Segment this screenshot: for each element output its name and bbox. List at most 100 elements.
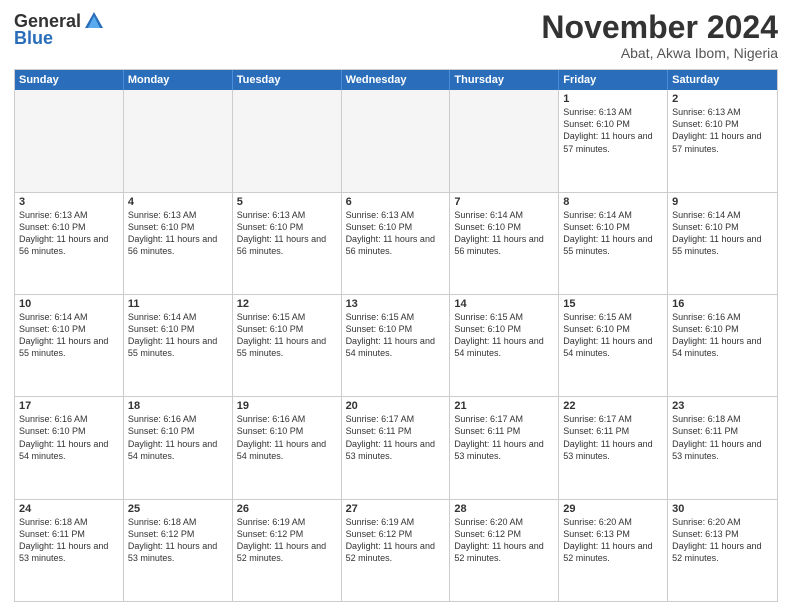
- day-number: 24: [19, 503, 119, 515]
- day-number: 14: [454, 298, 554, 310]
- day-number: 26: [237, 503, 337, 515]
- day-cell-16: 16Sunrise: 6:16 AM Sunset: 6:10 PM Dayli…: [668, 295, 777, 396]
- calendar: SundayMondayTuesdayWednesdayThursdayFrid…: [14, 69, 778, 602]
- day-cell-26: 26Sunrise: 6:19 AM Sunset: 6:12 PM Dayli…: [233, 500, 342, 601]
- calendar-header: SundayMondayTuesdayWednesdayThursdayFrid…: [15, 70, 777, 90]
- day-number: 6: [346, 196, 446, 208]
- day-info: Sunrise: 6:14 AM Sunset: 6:10 PM Dayligh…: [454, 209, 554, 258]
- day-info: Sunrise: 6:18 AM Sunset: 6:11 PM Dayligh…: [672, 413, 773, 462]
- day-number: 17: [19, 400, 119, 412]
- empty-cell: [124, 90, 233, 191]
- day-info: Sunrise: 6:19 AM Sunset: 6:12 PM Dayligh…: [237, 516, 337, 565]
- day-number: 28: [454, 503, 554, 515]
- day-info: Sunrise: 6:14 AM Sunset: 6:10 PM Dayligh…: [672, 209, 773, 258]
- day-number: 16: [672, 298, 773, 310]
- day-cell-15: 15Sunrise: 6:15 AM Sunset: 6:10 PM Dayli…: [559, 295, 668, 396]
- day-cell-20: 20Sunrise: 6:17 AM Sunset: 6:11 PM Dayli…: [342, 397, 451, 498]
- day-number: 13: [346, 298, 446, 310]
- day-number: 4: [128, 196, 228, 208]
- day-number: 15: [563, 298, 663, 310]
- day-number: 25: [128, 503, 228, 515]
- day-number: 21: [454, 400, 554, 412]
- calendar-body: 1Sunrise: 6:13 AM Sunset: 6:10 PM Daylig…: [15, 90, 777, 601]
- day-info: Sunrise: 6:17 AM Sunset: 6:11 PM Dayligh…: [454, 413, 554, 462]
- day-cell-23: 23Sunrise: 6:18 AM Sunset: 6:11 PM Dayli…: [668, 397, 777, 498]
- day-cell-10: 10Sunrise: 6:14 AM Sunset: 6:10 PM Dayli…: [15, 295, 124, 396]
- day-cell-11: 11Sunrise: 6:14 AM Sunset: 6:10 PM Dayli…: [124, 295, 233, 396]
- day-number: 30: [672, 503, 773, 515]
- day-cell-24: 24Sunrise: 6:18 AM Sunset: 6:11 PM Dayli…: [15, 500, 124, 601]
- day-info: Sunrise: 6:13 AM Sunset: 6:10 PM Dayligh…: [19, 209, 119, 258]
- day-cell-7: 7Sunrise: 6:14 AM Sunset: 6:10 PM Daylig…: [450, 193, 559, 294]
- day-info: Sunrise: 6:18 AM Sunset: 6:11 PM Dayligh…: [19, 516, 119, 565]
- day-number: 12: [237, 298, 337, 310]
- day-number: 3: [19, 196, 119, 208]
- empty-cell: [342, 90, 451, 191]
- day-info: Sunrise: 6:20 AM Sunset: 6:13 PM Dayligh…: [563, 516, 663, 565]
- day-cell-8: 8Sunrise: 6:14 AM Sunset: 6:10 PM Daylig…: [559, 193, 668, 294]
- logo-icon: [83, 10, 105, 32]
- header-day-saturday: Saturday: [668, 70, 777, 90]
- day-number: 11: [128, 298, 228, 310]
- day-cell-3: 3Sunrise: 6:13 AM Sunset: 6:10 PM Daylig…: [15, 193, 124, 294]
- day-info: Sunrise: 6:20 AM Sunset: 6:12 PM Dayligh…: [454, 516, 554, 565]
- day-info: Sunrise: 6:16 AM Sunset: 6:10 PM Dayligh…: [672, 311, 773, 360]
- day-number: 7: [454, 196, 554, 208]
- calendar-week-4: 17Sunrise: 6:16 AM Sunset: 6:10 PM Dayli…: [15, 396, 777, 498]
- day-cell-12: 12Sunrise: 6:15 AM Sunset: 6:10 PM Dayli…: [233, 295, 342, 396]
- day-info: Sunrise: 6:16 AM Sunset: 6:10 PM Dayligh…: [237, 413, 337, 462]
- day-number: 2: [672, 93, 773, 105]
- day-info: Sunrise: 6:13 AM Sunset: 6:10 PM Dayligh…: [563, 106, 663, 155]
- calendar-week-2: 3Sunrise: 6:13 AM Sunset: 6:10 PM Daylig…: [15, 192, 777, 294]
- day-info: Sunrise: 6:20 AM Sunset: 6:13 PM Dayligh…: [672, 516, 773, 565]
- day-cell-27: 27Sunrise: 6:19 AM Sunset: 6:12 PM Dayli…: [342, 500, 451, 601]
- header-day-tuesday: Tuesday: [233, 70, 342, 90]
- logo-area: General Blue: [14, 10, 105, 49]
- day-info: Sunrise: 6:15 AM Sunset: 6:10 PM Dayligh…: [563, 311, 663, 360]
- day-cell-13: 13Sunrise: 6:15 AM Sunset: 6:10 PM Dayli…: [342, 295, 451, 396]
- day-cell-2: 2Sunrise: 6:13 AM Sunset: 6:10 PM Daylig…: [668, 90, 777, 191]
- day-info: Sunrise: 6:13 AM Sunset: 6:10 PM Dayligh…: [672, 106, 773, 155]
- day-cell-21: 21Sunrise: 6:17 AM Sunset: 6:11 PM Dayli…: [450, 397, 559, 498]
- day-info: Sunrise: 6:14 AM Sunset: 6:10 PM Dayligh…: [19, 311, 119, 360]
- empty-cell: [450, 90, 559, 191]
- day-info: Sunrise: 6:13 AM Sunset: 6:10 PM Dayligh…: [346, 209, 446, 258]
- day-cell-30: 30Sunrise: 6:20 AM Sunset: 6:13 PM Dayli…: [668, 500, 777, 601]
- title-area: November 2024 Abat, Akwa Ibom, Nigeria: [541, 10, 778, 61]
- header-day-sunday: Sunday: [15, 70, 124, 90]
- day-info: Sunrise: 6:19 AM Sunset: 6:12 PM Dayligh…: [346, 516, 446, 565]
- day-cell-17: 17Sunrise: 6:16 AM Sunset: 6:10 PM Dayli…: [15, 397, 124, 498]
- day-number: 20: [346, 400, 446, 412]
- day-number: 27: [346, 503, 446, 515]
- day-info: Sunrise: 6:17 AM Sunset: 6:11 PM Dayligh…: [346, 413, 446, 462]
- day-info: Sunrise: 6:14 AM Sunset: 6:10 PM Dayligh…: [128, 311, 228, 360]
- day-number: 23: [672, 400, 773, 412]
- day-info: Sunrise: 6:18 AM Sunset: 6:12 PM Dayligh…: [128, 516, 228, 565]
- day-number: 5: [237, 196, 337, 208]
- day-info: Sunrise: 6:16 AM Sunset: 6:10 PM Dayligh…: [19, 413, 119, 462]
- day-cell-29: 29Sunrise: 6:20 AM Sunset: 6:13 PM Dayli…: [559, 500, 668, 601]
- day-cell-4: 4Sunrise: 6:13 AM Sunset: 6:10 PM Daylig…: [124, 193, 233, 294]
- calendar-week-1: 1Sunrise: 6:13 AM Sunset: 6:10 PM Daylig…: [15, 90, 777, 191]
- day-cell-6: 6Sunrise: 6:13 AM Sunset: 6:10 PM Daylig…: [342, 193, 451, 294]
- subtitle: Abat, Akwa Ibom, Nigeria: [541, 45, 778, 61]
- header-day-wednesday: Wednesday: [342, 70, 451, 90]
- day-number: 29: [563, 503, 663, 515]
- day-info: Sunrise: 6:17 AM Sunset: 6:11 PM Dayligh…: [563, 413, 663, 462]
- day-cell-22: 22Sunrise: 6:17 AM Sunset: 6:11 PM Dayli…: [559, 397, 668, 498]
- day-number: 18: [128, 400, 228, 412]
- day-info: Sunrise: 6:15 AM Sunset: 6:10 PM Dayligh…: [454, 311, 554, 360]
- day-number: 9: [672, 196, 773, 208]
- day-cell-5: 5Sunrise: 6:13 AM Sunset: 6:10 PM Daylig…: [233, 193, 342, 294]
- page: General Blue November 2024 Abat, Akwa Ib…: [0, 0, 792, 612]
- header-day-friday: Friday: [559, 70, 668, 90]
- day-cell-19: 19Sunrise: 6:16 AM Sunset: 6:10 PM Dayli…: [233, 397, 342, 498]
- day-info: Sunrise: 6:13 AM Sunset: 6:10 PM Dayligh…: [128, 209, 228, 258]
- day-number: 8: [563, 196, 663, 208]
- empty-cell: [233, 90, 342, 191]
- day-number: 10: [19, 298, 119, 310]
- header-day-monday: Monday: [124, 70, 233, 90]
- day-info: Sunrise: 6:13 AM Sunset: 6:10 PM Dayligh…: [237, 209, 337, 258]
- day-number: 19: [237, 400, 337, 412]
- day-cell-25: 25Sunrise: 6:18 AM Sunset: 6:12 PM Dayli…: [124, 500, 233, 601]
